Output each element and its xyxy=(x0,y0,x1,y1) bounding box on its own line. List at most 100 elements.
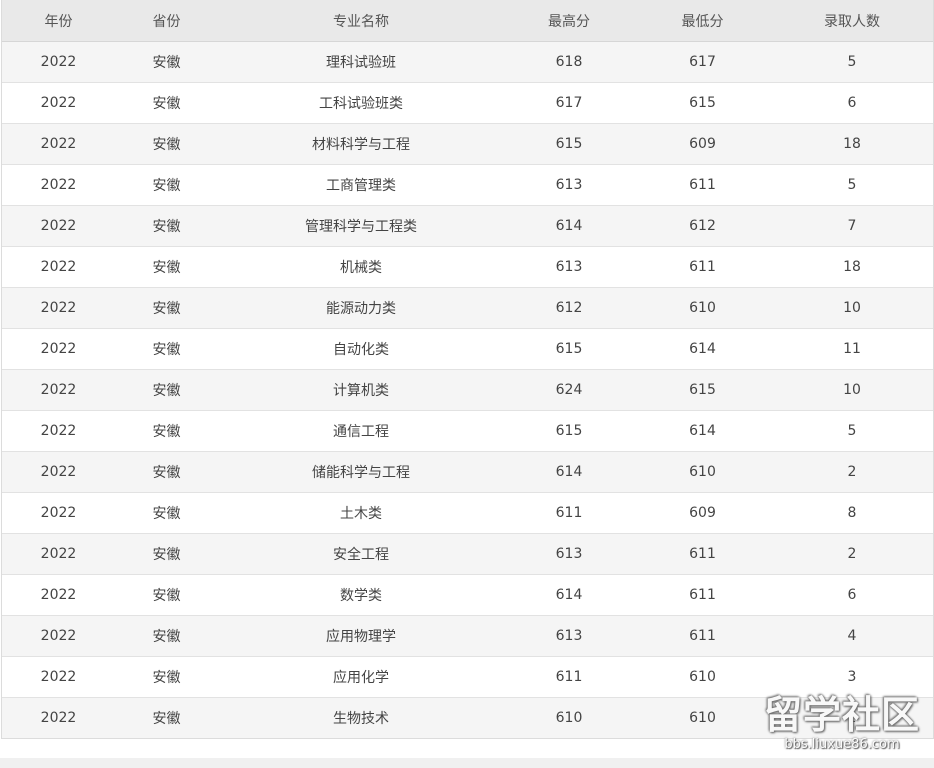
header-year: 年份 xyxy=(2,0,115,42)
table-row: 2022 安徽 应用物理学 613 611 4 xyxy=(2,615,933,657)
cell-max-score: 611 xyxy=(504,656,634,698)
cell-major: 应用化学 xyxy=(218,656,504,698)
cell-min-score: 610 xyxy=(634,451,771,493)
cell-admitted-count: 7 xyxy=(771,205,933,247)
cell-max-score: 617 xyxy=(504,82,634,124)
cell-max-score: 614 xyxy=(504,451,634,493)
cell-major: 通信工程 xyxy=(218,410,504,452)
table-row: 2022 安徽 储能科学与工程 614 610 2 xyxy=(2,451,933,493)
cell-year: 2022 xyxy=(2,451,115,493)
cell-admitted-count: 11 xyxy=(771,328,933,370)
cell-max-score: 618 xyxy=(504,41,634,83)
table-row: 2022 安徽 土木类 611 609 8 xyxy=(2,492,933,534)
cell-admitted-count: 10 xyxy=(771,369,933,411)
cell-admitted-count: 10 xyxy=(771,287,933,329)
cell-max-score: 613 xyxy=(504,615,634,657)
cell-year: 2022 xyxy=(2,164,115,206)
site-watermark: 留学社区 bbs.liuxue86.com xyxy=(764,693,920,763)
cell-year: 2022 xyxy=(2,656,115,698)
cell-min-score: 610 xyxy=(634,697,771,738)
cell-year: 2022 xyxy=(2,246,115,288)
cell-min-score: 612 xyxy=(634,205,771,247)
cell-min-score: 611 xyxy=(634,533,771,575)
header-min-score: 最低分 xyxy=(634,0,771,42)
cell-year: 2022 xyxy=(2,328,115,370)
cell-min-score: 615 xyxy=(634,82,771,124)
cell-admitted-count: 8 xyxy=(771,492,933,534)
cell-year: 2022 xyxy=(2,287,115,329)
cell-major: 机械类 xyxy=(218,246,504,288)
cell-min-score: 609 xyxy=(634,492,771,534)
cell-max-score: 613 xyxy=(504,533,634,575)
cell-province: 安徽 xyxy=(115,41,218,83)
table-row: 2022 安徽 安全工程 613 611 2 xyxy=(2,533,933,575)
cell-admitted-count: 3 xyxy=(771,656,933,698)
table-row: 2022 安徽 机械类 613 611 18 xyxy=(2,246,933,288)
cell-province: 安徽 xyxy=(115,82,218,124)
cell-province: 安徽 xyxy=(115,451,218,493)
cell-admitted-count: 18 xyxy=(771,123,933,165)
header-province: 省份 xyxy=(115,0,218,42)
cell-province: 安徽 xyxy=(115,123,218,165)
cell-max-score: 613 xyxy=(504,246,634,288)
header-admitted-count: 录取人数 xyxy=(771,0,933,42)
cell-province: 安徽 xyxy=(115,328,218,370)
cell-major: 管理科学与工程类 xyxy=(218,205,504,247)
table-row: 2022 安徽 计算机类 624 615 10 xyxy=(2,369,933,411)
cell-province: 安徽 xyxy=(115,615,218,657)
cell-max-score: 624 xyxy=(504,369,634,411)
cell-year: 2022 xyxy=(2,369,115,411)
admission-scores-table-container: 年份 省份 专业名称 最高分 最低分 录取人数 2022 安徽 理科试验班 618 61… xyxy=(1,0,934,739)
admission-scores-table: 年份 省份 专业名称 最高分 最低分 录取人数 2022 安徽 理科试验班 618 61… xyxy=(2,0,933,738)
cell-major: 理科试验班 xyxy=(218,41,504,83)
watermark-url: bbs.liuxue86.com xyxy=(784,737,900,752)
cell-max-score: 615 xyxy=(504,123,634,165)
cell-major: 自动化类 xyxy=(218,328,504,370)
cell-province: 安徽 xyxy=(115,492,218,534)
cell-year: 2022 xyxy=(2,492,115,534)
cell-province: 安徽 xyxy=(115,574,218,616)
cell-province: 安徽 xyxy=(115,410,218,452)
cell-max-score: 612 xyxy=(504,287,634,329)
cell-year: 2022 xyxy=(2,574,115,616)
cell-min-score: 610 xyxy=(634,656,771,698)
watermark-logo: 留学社区 xyxy=(764,693,921,737)
cell-province: 安徽 xyxy=(115,246,218,288)
cell-min-score: 615 xyxy=(634,369,771,411)
cell-year: 2022 xyxy=(2,82,115,124)
table-row: 2022 安徽 工科试验班类 617 615 6 xyxy=(2,82,933,124)
header-max-score: 最高分 xyxy=(504,0,634,42)
cell-major: 工科试验班类 xyxy=(218,82,504,124)
table-body: 2022 安徽 理科试验班 618 617 5 2022 安徽 工科试验班类 617 615 6 202… xyxy=(2,41,933,738)
cell-min-score: 611 xyxy=(634,164,771,206)
table-row: 2022 安徽 自动化类 615 614 11 xyxy=(2,328,933,370)
cell-max-score: 613 xyxy=(504,164,634,206)
cell-province: 安徽 xyxy=(115,697,218,738)
table-row: 2022 安徽 能源动力类 612 610 10 xyxy=(2,287,933,329)
cell-admitted-count: 6 xyxy=(771,82,933,124)
cell-major: 计算机类 xyxy=(218,369,504,411)
header-row: 年份 省份 专业名称 最高分 最低分 录取人数 xyxy=(2,0,933,42)
cell-province: 安徽 xyxy=(115,287,218,329)
table-row: 2022 安徽 应用化学 611 610 3 xyxy=(2,656,933,698)
header-major: 专业名称 xyxy=(218,0,504,42)
cell-max-score: 614 xyxy=(504,574,634,616)
cell-min-score: 617 xyxy=(634,41,771,83)
table-row: 2022 安徽 理科试验班 618 617 5 xyxy=(2,41,933,83)
cell-max-score: 615 xyxy=(504,328,634,370)
cell-admitted-count: 6 xyxy=(771,574,933,616)
cell-min-score: 614 xyxy=(634,328,771,370)
cell-admitted-count: 5 xyxy=(771,41,933,83)
table-row: 2022 安徽 管理科学与工程类 614 612 7 xyxy=(2,205,933,247)
cell-min-score: 609 xyxy=(634,123,771,165)
cell-max-score: 610 xyxy=(504,697,634,738)
cell-admitted-count: 4 xyxy=(771,615,933,657)
cell-min-score: 610 xyxy=(634,287,771,329)
cell-major: 材料科学与工程 xyxy=(218,123,504,165)
cell-max-score: 611 xyxy=(504,492,634,534)
cell-min-score: 614 xyxy=(634,410,771,452)
table-row: 2022 安徽 数学类 614 611 6 xyxy=(2,574,933,616)
cell-max-score: 615 xyxy=(504,410,634,452)
cell-province: 安徽 xyxy=(115,533,218,575)
cell-admitted-count: 5 xyxy=(771,164,933,206)
